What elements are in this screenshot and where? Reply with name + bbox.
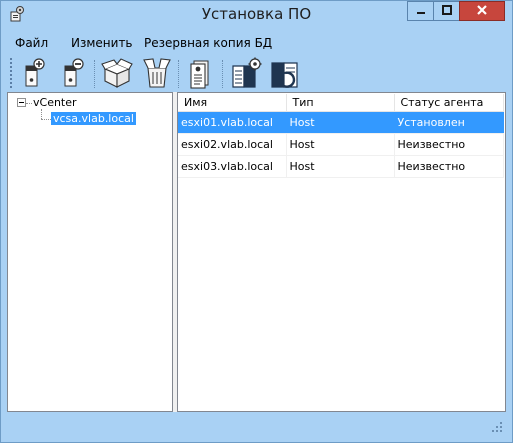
host-name-cell: esxi03.vlab.local [178, 155, 287, 178]
title-bar[interactable]: Установка ПО [0, 0, 513, 30]
toolbar-grip[interactable] [10, 58, 14, 88]
close-icon [476, 4, 488, 19]
menu-db-backup[interactable]: Резервная копия БД [144, 36, 272, 50]
status-bar [7, 412, 506, 436]
agent-status-cell: Неизвестно [394, 155, 504, 178]
host-name-cell: esxi01.vlab.local [178, 111, 287, 134]
remove-server-button[interactable] [58, 56, 90, 90]
menu-bar: Файл Изменить Резервная копия БД [7, 30, 506, 54]
column-header-agent-status[interactable]: Статус агента [394, 94, 504, 112]
tree-connector [26, 103, 32, 104]
maximize-button[interactable] [433, 1, 459, 21]
agent-status-cell: Неизвестно [394, 133, 504, 156]
unpack-box-button[interactable] [141, 56, 173, 90]
host-type-cell: Host [286, 133, 395, 156]
hosts-list[interactable]: Имя Тип Статус агента esxi01.vlab.local … [177, 92, 506, 412]
agent-status-cell: Установлен [394, 111, 504, 134]
host-type-cell: Host [286, 155, 395, 178]
hosts-table: Имя Тип Статус агента esxi01.vlab.local … [178, 94, 504, 178]
resize-grip-icon[interactable] [492, 422, 502, 432]
maximize-icon [441, 4, 453, 19]
menu-file[interactable]: Файл [15, 36, 48, 50]
host-name-cell: esxi02.vlab.local [178, 133, 287, 156]
collapse-icon[interactable] [17, 98, 26, 107]
menu-edit[interactable]: Изменить [71, 36, 133, 50]
host-type-cell: Host [286, 111, 395, 134]
table-row[interactable]: esxi02.vlab.local Host Неизвестно [178, 133, 504, 156]
tree-connector [41, 119, 51, 120]
tree-node-vcsa[interactable]: vcsa.vlab.local [51, 112, 136, 125]
toolbar-separator [178, 60, 180, 88]
minimize-button[interactable] [407, 1, 433, 21]
main-content: vCenter vcsa.vlab.local Имя Тип Статус а… [7, 92, 506, 412]
column-header-type[interactable]: Тип [286, 94, 395, 112]
toolbar-separator [94, 60, 96, 88]
document-button[interactable] [185, 56, 217, 90]
close-button[interactable] [459, 1, 505, 21]
toolbar-separator [222, 60, 224, 88]
tree-connector [41, 109, 42, 119]
server-tree[interactable]: vCenter vcsa.vlab.local [7, 92, 173, 412]
tree-node-vcenter[interactable]: vCenter [33, 96, 77, 109]
table-row[interactable]: esxi01.vlab.local Host Установлен [178, 111, 504, 134]
installer-window: Установка ПО Файл Изменить Резервная коп… [0, 0, 513, 443]
table-header-row: Имя Тип Статус агента [178, 94, 504, 112]
add-server-button[interactable] [19, 56, 51, 90]
minimize-icon [415, 4, 427, 19]
toolbar [7, 54, 506, 92]
refresh-book-button[interactable] [269, 56, 301, 90]
column-header-name[interactable]: Имя [178, 94, 287, 112]
open-box-button[interactable] [101, 56, 133, 90]
settings-book-button[interactable] [230, 56, 262, 90]
table-row[interactable]: esxi03.vlab.local Host Неизвестно [178, 155, 504, 178]
